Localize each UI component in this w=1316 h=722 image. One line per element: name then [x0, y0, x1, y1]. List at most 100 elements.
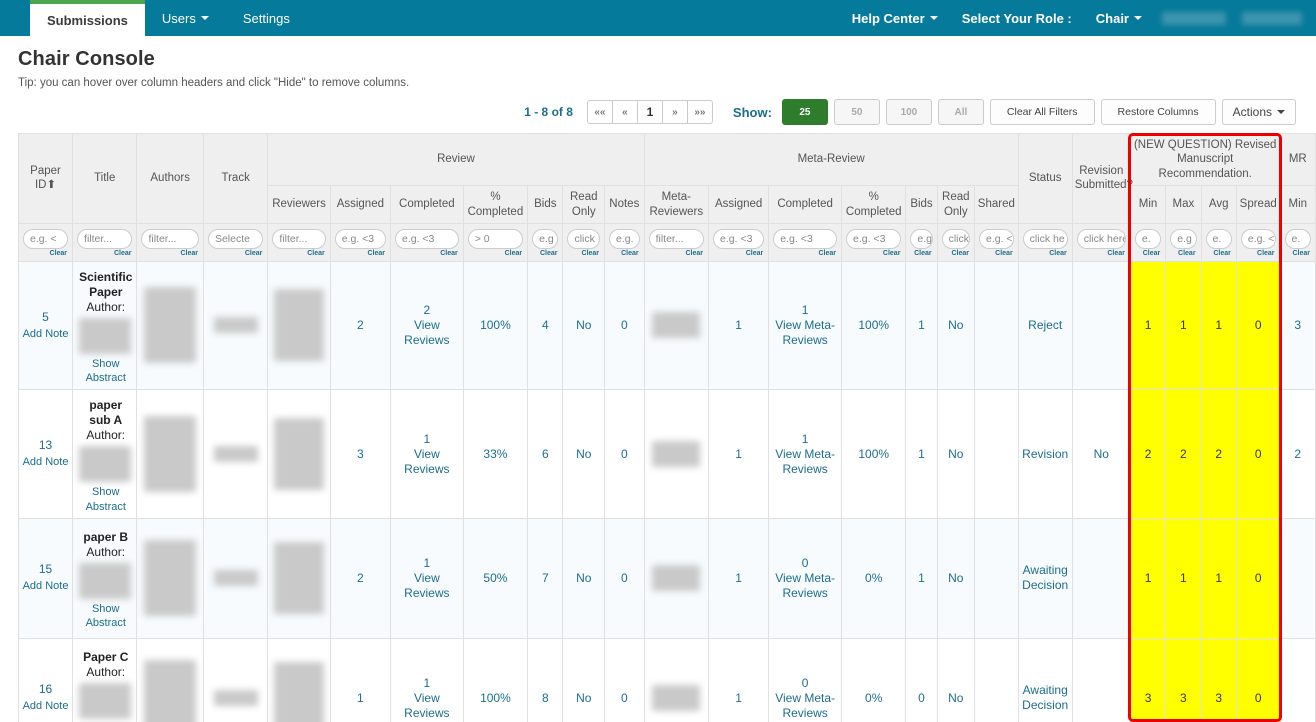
filter-input-nq-min[interactable]: e.: [1134, 228, 1162, 249]
filter-input-review-assigned[interactable]: e.g. <3: [334, 228, 386, 249]
add-note-link[interactable]: Add Note: [19, 700, 72, 714]
view-meta-reviews-link[interactable]: View Meta-Reviews: [769, 691, 841, 721]
cell-meta-completed[interactable]: 1 View Meta-Reviews: [768, 260, 842, 391]
col-authors[interactable]: Authors: [136, 133, 204, 224]
filter-input-meta-readonly[interactable]: click: [941, 228, 970, 249]
filter-input-revision[interactable]: click here.: [1076, 228, 1126, 249]
add-note-link[interactable]: Add Note: [19, 328, 72, 342]
col-meta-reviewers[interactable]: Meta-Reviewers: [643, 185, 710, 224]
col-review-read-only[interactable]: Read Only: [562, 185, 606, 224]
filter-input-paper-id[interactable]: e.g. <: [23, 228, 69, 249]
status-value[interactable]: Awaiting Decision: [1022, 563, 1068, 592]
role-selector[interactable]: Chair: [1084, 0, 1154, 36]
nav-tab-settings[interactable]: Settings: [226, 0, 307, 36]
col-meta-bids[interactable]: Bids: [905, 185, 938, 224]
cell-review-completed[interactable]: 1 View Reviews: [389, 517, 464, 639]
pager-last-button[interactable]: »»: [686, 100, 713, 124]
restore-columns-button[interactable]: Restore Columns: [1100, 99, 1216, 125]
clear-filter-meta-bids[interactable]: Clear: [910, 250, 932, 259]
filter-input-meta-shared[interactable]: e.g. <: [979, 228, 1014, 249]
clear-filter-nq-spread[interactable]: Clear: [1241, 250, 1276, 259]
view-meta-reviews-link[interactable]: View Meta-Reviews: [769, 447, 841, 477]
filter-input-authors[interactable]: filter...: [141, 228, 199, 249]
col-track[interactable]: Track: [202, 133, 269, 224]
filter-input-meta-reviewers[interactable]: filter...: [648, 228, 704, 249]
clear-all-filters-button[interactable]: Clear All Filters: [989, 99, 1095, 125]
paper-title[interactable]: Paper C: [79, 650, 132, 665]
view-meta-reviews-link[interactable]: View Meta-Reviews: [769, 318, 841, 348]
pager-next-button[interactable]: »: [661, 100, 688, 124]
filter-input-meta-completed[interactable]: e.g. <3: [773, 228, 837, 249]
show-abstract-link[interactable]: Show Abstract: [79, 485, 132, 514]
clear-filter-meta-readonly[interactable]: Clear: [942, 250, 970, 259]
col-meta-read-only[interactable]: Read Only: [936, 185, 976, 224]
nav-tab-submissions[interactable]: Submissions: [30, 0, 145, 36]
col-meta-pct-completed[interactable]: % Completed: [840, 185, 907, 224]
col-review-pct-completed[interactable]: % Completed: [462, 185, 529, 224]
status-value[interactable]: Revision: [1022, 447, 1068, 461]
filter-input-review-reviewers[interactable]: filter...: [272, 228, 326, 249]
filter-input-review-readonly[interactable]: click: [567, 228, 601, 249]
clear-filter-track[interactable]: Clear: [208, 250, 263, 259]
cell-meta-completed[interactable]: 0 View Meta-Reviews: [768, 637, 842, 722]
clear-filter-paper-id[interactable]: Clear: [23, 250, 68, 259]
show-50-button[interactable]: 50: [833, 99, 880, 125]
col-status[interactable]: Status: [1017, 133, 1073, 224]
filter-input-meta-pct[interactable]: e.g. <3: [846, 228, 902, 249]
status-value[interactable]: Reject: [1028, 318, 1062, 332]
filter-input-nq-spread[interactable]: e.g. <: [1240, 228, 1276, 249]
filter-input-review-notes[interactable]: e.g.: [609, 228, 640, 249]
pager-page-1-button[interactable]: 1: [636, 100, 663, 124]
view-reviews-link[interactable]: View Reviews: [391, 318, 463, 348]
clear-filter-review-reviewers[interactable]: Clear: [272, 250, 325, 259]
col-nq-min[interactable]: Min: [1129, 185, 1167, 224]
clear-filter-nq-max[interactable]: Clear: [1170, 250, 1196, 259]
add-note-link[interactable]: Add Note: [19, 580, 72, 594]
nav-tab-users[interactable]: Users: [145, 0, 226, 36]
clear-filter-meta-assigned[interactable]: Clear: [713, 250, 764, 259]
col-nq-spread[interactable]: Spread: [1235, 185, 1281, 224]
clear-filter-review-notes[interactable]: Clear: [609, 250, 640, 259]
clear-filter-mr-min[interactable]: Clear: [1285, 250, 1311, 259]
cell-meta-completed[interactable]: 0 View Meta-Reviews: [768, 517, 842, 639]
paper-title[interactable]: paper B: [79, 530, 132, 545]
add-note-link[interactable]: Add Note: [19, 456, 72, 470]
view-meta-reviews-link[interactable]: View Meta-Reviews: [769, 571, 841, 601]
filter-input-nq-avg[interactable]: e.: [1205, 228, 1232, 249]
col-review-bids[interactable]: Bids: [527, 185, 564, 224]
col-meta-shared[interactable]: Shared: [974, 185, 1019, 224]
clear-filter-review-pct[interactable]: Clear: [468, 250, 523, 259]
clear-filter-review-completed[interactable]: Clear: [395, 250, 459, 259]
show-abstract-link[interactable]: Show Abstract: [79, 602, 132, 631]
filter-input-status[interactable]: click he: [1022, 228, 1068, 249]
clear-filter-review-assigned[interactable]: Clear: [335, 250, 386, 259]
paper-title[interactable]: Scientific Paper: [79, 270, 132, 300]
clear-filter-meta-completed[interactable]: Clear: [773, 250, 837, 259]
filter-input-meta-assigned[interactable]: e.g. <3: [713, 228, 765, 249]
clear-filter-nq-min[interactable]: Clear: [1135, 250, 1161, 259]
show-100-button[interactable]: 100: [885, 99, 932, 125]
col-mr-min[interactable]: Min: [1279, 185, 1316, 224]
cell-review-completed[interactable]: 1 View Reviews: [389, 637, 464, 722]
show-abstract-link[interactable]: Show Abstract: [79, 357, 132, 386]
paper-title[interactable]: paper sub A: [79, 398, 132, 428]
cell-review-completed[interactable]: 1 View Reviews: [389, 389, 464, 519]
filter-input-nq-max[interactable]: e.g: [1170, 228, 1197, 249]
cell-review-completed[interactable]: 2 View Reviews: [389, 260, 464, 391]
filter-input-review-pct[interactable]: > 0: [467, 228, 524, 249]
col-paper-id[interactable]: Paper ID⬆: [17, 133, 74, 224]
show-25-button[interactable]: 25: [781, 99, 828, 125]
actions-menu-button[interactable]: Actions: [1221, 99, 1296, 125]
col-meta-completed[interactable]: Completed: [768, 185, 842, 224]
filter-input-mr-min[interactable]: e.: [1284, 228, 1311, 249]
view-reviews-link[interactable]: View Reviews: [391, 691, 463, 721]
clear-filter-revision[interactable]: Clear: [1077, 250, 1126, 259]
clear-filter-nq-avg[interactable]: Clear: [1206, 250, 1232, 259]
clear-filter-title[interactable]: Clear: [77, 250, 132, 259]
pager-first-button[interactable]: ««: [586, 100, 613, 124]
clear-filter-review-bids[interactable]: Clear: [532, 250, 558, 259]
col-review-notes[interactable]: Notes: [604, 185, 645, 224]
help-center-menu[interactable]: Help Center: [840, 0, 950, 36]
clear-filter-meta-shared[interactable]: Clear: [979, 250, 1014, 259]
col-revision-submitted[interactable]: Revision Submitted?: [1071, 133, 1133, 224]
